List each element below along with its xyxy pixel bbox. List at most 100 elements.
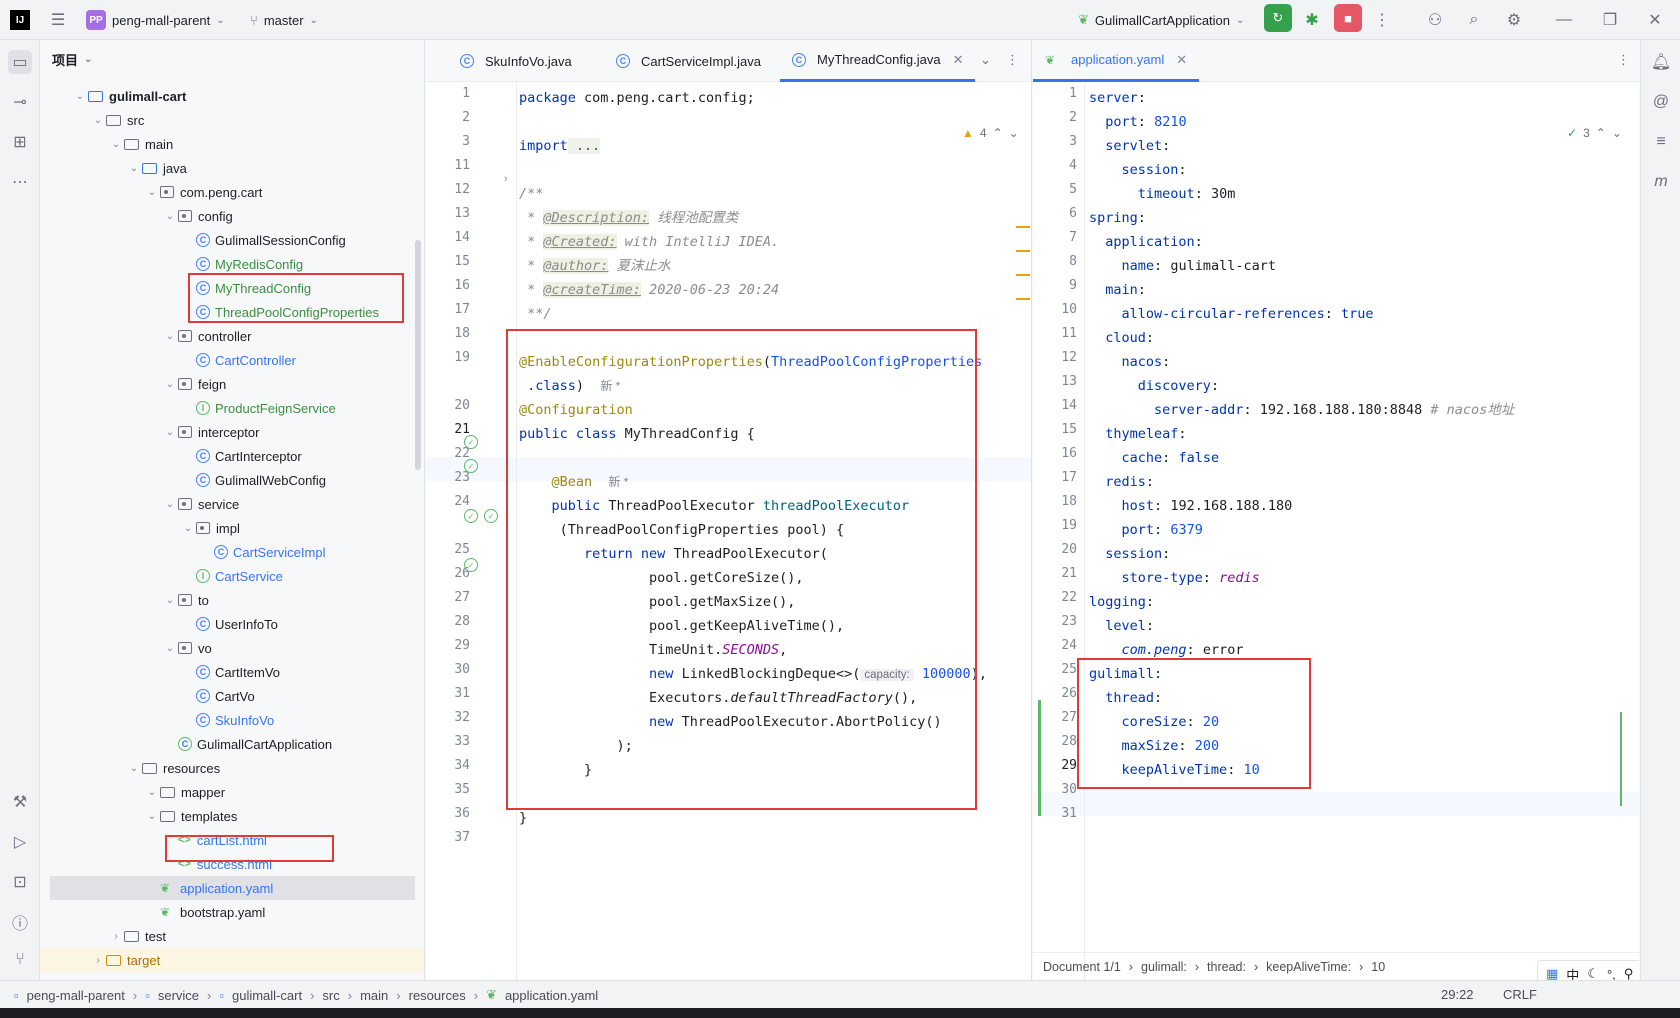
commit-tool-button[interactable]: ⊸: [8, 90, 32, 114]
rerun-button[interactable]: ↻: [1264, 4, 1292, 32]
tree-item[interactable]: C ThreadPoolConfigProperties: [40, 300, 424, 324]
run-config-selector[interactable]: ❦ GulimallCartApplication ⌄: [1078, 8, 1244, 32]
tree-item[interactable]: <> cartList.html: [40, 828, 424, 852]
maximize-button[interactable]: ❐: [1598, 8, 1622, 32]
editor-more-button[interactable]: ⋮: [1006, 52, 1019, 68]
java-code[interactable]: package com.peng.cart.config; import ...…: [519, 82, 1029, 980]
status-path-item[interactable]: src: [322, 988, 339, 1003]
chevron-right-icon[interactable]: ›: [90, 955, 106, 966]
problems-tool-button[interactable]: ⓘ: [8, 910, 32, 934]
notifications-button[interactable]: 🔔︎: [1649, 50, 1673, 74]
close-icon[interactable]: ✕: [953, 52, 964, 68]
tree-item[interactable]: ⌄ com.peng.cart: [40, 180, 424, 204]
project-panel-header[interactable]: 项目 ⌄: [52, 50, 92, 69]
tree-item[interactable]: ⌄ controller: [40, 324, 424, 348]
yaml-code[interactable]: server: port: 8210 servlet: session: tim…: [1089, 82, 1629, 980]
services-tool-button[interactable]: ▷: [8, 830, 32, 854]
chevron-down-icon[interactable]: ⌄: [180, 523, 196, 534]
chevron-down-icon[interactable]: ⌄: [162, 595, 178, 606]
structure-tool-button[interactable]: ⊞: [8, 130, 32, 154]
ide-logo[interactable]: IJ: [10, 8, 30, 32]
status-path-item[interactable]: resources: [409, 988, 466, 1003]
tree-item[interactable]: ⌄ resources: [40, 756, 424, 780]
tree-item[interactable]: C CartVo: [40, 684, 424, 708]
tree-item[interactable]: ⌄ templates: [40, 804, 424, 828]
tree-item[interactable]: ⌄ mapper: [40, 780, 424, 804]
chevron-down-icon[interactable]: ⌄: [72, 91, 88, 102]
status-path-item[interactable]: service: [158, 988, 199, 1003]
tree-item[interactable]: I ProductFeignService: [40, 396, 424, 420]
tree-item[interactable]: C MyRedisConfig: [40, 252, 424, 276]
tree-item[interactable]: C CartInterceptor: [40, 444, 424, 468]
git-tool-button[interactable]: ⑂: [8, 948, 32, 972]
more-actions-button[interactable]: ⋮: [1370, 8, 1394, 32]
bean-gutter-icon[interactable]: ✓: [464, 509, 478, 523]
tree-scrollbar[interactable]: [415, 240, 421, 470]
tree-item[interactable]: C GulimallSessionConfig: [40, 228, 424, 252]
chevron-down-icon[interactable]: ⌄: [108, 139, 124, 150]
tab-skuinfovo[interactable]: C SkuInfoVo.java: [448, 40, 584, 82]
breadcrumb-item[interactable]: gulimall:: [1141, 960, 1187, 974]
debug-button[interactable]: ✱: [1300, 8, 1324, 32]
tab-application-yaml[interactable]: ❦ application.yaml ✕: [1033, 40, 1200, 82]
tree-item[interactable]: › test: [40, 924, 424, 948]
branch-switcher[interactable]: ⑂ master ⌄: [250, 8, 318, 32]
bean-gutter-icon[interactable]: ✓: [464, 435, 478, 449]
tree-item[interactable]: ⌄ service: [40, 492, 424, 516]
tree-item[interactable]: I CartService: [40, 564, 424, 588]
maven-button[interactable]: m: [1649, 170, 1673, 194]
chevron-down-icon[interactable]: ⌄: [162, 331, 178, 342]
chevron-right-icon[interactable]: ›: [108, 931, 124, 942]
chevron-down-icon[interactable]: ⌄: [144, 787, 160, 798]
project-switcher[interactable]: PP peng-mall-parent ⌄: [86, 8, 225, 32]
bean-gutter-icon[interactable]: ✓: [464, 558, 478, 572]
bean-gutter-icon[interactable]: ✓: [464, 459, 478, 473]
tree-item[interactable]: ❦ bootstrap.yaml: [40, 900, 424, 924]
breadcrumb-item[interactable]: 10: [1371, 960, 1385, 974]
tree-item[interactable]: ⌄ config: [40, 204, 424, 228]
tree-item[interactable]: C CartItemVo: [40, 660, 424, 684]
chevron-down-icon[interactable]: ⌄: [162, 643, 178, 654]
caret-position[interactable]: 29:22: [1441, 987, 1474, 1002]
add-user-button[interactable]: ⚇: [1423, 8, 1447, 32]
tree-item[interactable]: ⌄ main: [40, 132, 424, 156]
stop-button[interactable]: ■: [1334, 4, 1362, 32]
line-separator[interactable]: CRLF: [1503, 987, 1537, 1002]
editor-more-button[interactable]: ⋮: [1617, 52, 1630, 68]
tree-item[interactable]: C SkuInfoVo: [40, 708, 424, 732]
tree-item[interactable]: ⌄ to: [40, 588, 424, 612]
tree-item[interactable]: ❦ application.yaml: [50, 876, 415, 900]
chevron-down-icon[interactable]: ⌄: [144, 811, 160, 822]
tree-item[interactable]: C GulimallWebConfig: [40, 468, 424, 492]
database-button[interactable]: ≡: [1649, 130, 1673, 154]
settings-button[interactable]: ⚙: [1502, 8, 1526, 32]
breadcrumb-item[interactable]: thread:: [1207, 960, 1246, 974]
chevron-down-icon[interactable]: ⌄: [162, 379, 178, 390]
tab-mythreadconfig[interactable]: C MyThreadConfig.java ✕: [780, 40, 976, 82]
tree-item[interactable]: ⌄ interceptor: [40, 420, 424, 444]
status-path-item[interactable]: application.yaml: [505, 988, 598, 1003]
tree-item[interactable]: ⌄ impl: [40, 516, 424, 540]
chevron-down-icon[interactable]: ⌄: [162, 427, 178, 438]
tree-item[interactable]: ⌄ src: [40, 108, 424, 132]
tree-item[interactable]: C UserInfoTo: [40, 612, 424, 636]
breadcrumb-item[interactable]: keepAliveTime:: [1266, 960, 1351, 974]
fold-marker-icon[interactable]: ›: [504, 173, 508, 185]
main-menu-button[interactable]: ☰: [46, 8, 70, 32]
minimize-button[interactable]: —: [1552, 8, 1576, 32]
chevron-down-icon[interactable]: ⌄: [162, 211, 178, 222]
status-path-item[interactable]: peng-mall-parent: [27, 988, 125, 1003]
chevron-down-icon[interactable]: ⌄: [126, 163, 142, 174]
status-path-item[interactable]: gulimall-cart: [232, 988, 302, 1003]
status-path-item[interactable]: main: [360, 988, 388, 1003]
build-tool-button[interactable]: ⚒: [8, 790, 32, 814]
tree-item[interactable]: ⌄ gulimall-cart: [40, 84, 424, 108]
project-tool-button[interactable]: ▭: [8, 50, 32, 74]
breadcrumb-item[interactable]: Document 1/1: [1043, 960, 1121, 974]
tree-item[interactable]: C CartController: [40, 348, 424, 372]
close-icon[interactable]: ✕: [1176, 52, 1187, 68]
more-tools-button[interactable]: ⋯: [8, 170, 32, 194]
close-window-button[interactable]: ✕: [1643, 8, 1667, 32]
chevron-down-icon[interactable]: ⌄: [162, 499, 178, 510]
tabs-dropdown[interactable]: ⌄: [980, 52, 991, 68]
